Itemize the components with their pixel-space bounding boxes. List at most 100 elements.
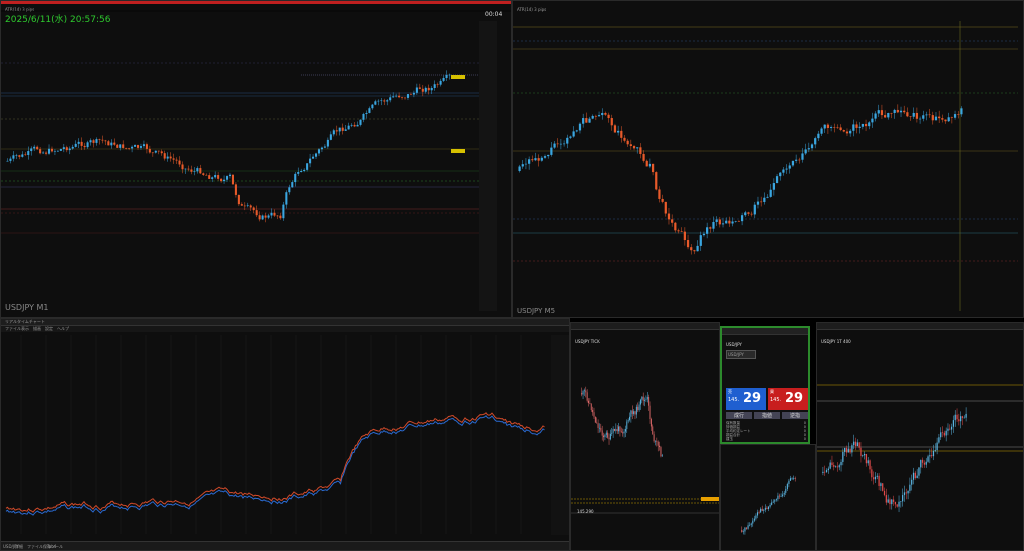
candle: [795, 159, 798, 161]
candle: [925, 461, 927, 465]
candle: [867, 460, 869, 464]
realtime-chart-window[interactable]: リアルタイムチャート ファイル 表示 描画 設定 ヘルプ USD/JPY 詳細 …: [0, 318, 570, 551]
candle: [312, 156, 315, 159]
order-panel[interactable]: USD/JPY USD/JPY 売 145. 29 買 145. 29 成行 指…: [720, 326, 810, 444]
limit-order-button[interactable]: 指値: [754, 412, 780, 419]
candle: [424, 87, 427, 92]
candle: [291, 182, 294, 188]
candle: [9, 158, 12, 161]
candle: [585, 390, 587, 393]
tick-chart-window[interactable]: USDJPY TICK 145.290: [570, 322, 720, 551]
candle: [712, 221, 715, 229]
candle: [856, 442, 858, 447]
candle: [745, 527, 748, 529]
candle: [585, 118, 588, 123]
chart-canvas[interactable]: [571, 323, 720, 551]
tab-detail[interactable]: 詳細: [15, 544, 23, 550]
candle: [763, 197, 766, 202]
candle: [914, 472, 916, 479]
chart-canvas[interactable]: [1, 319, 570, 551]
candle: [403, 97, 407, 99]
chart-canvas[interactable]: [513, 1, 1024, 318]
candle: [804, 149, 807, 154]
chart-canvas[interactable]: [817, 323, 1024, 551]
candle: [439, 80, 442, 85]
candle: [598, 427, 600, 429]
price-axis: [479, 21, 497, 311]
candle: [763, 509, 765, 511]
candle: [950, 117, 953, 118]
candle: [151, 152, 154, 154]
candle: [758, 512, 760, 513]
candle: [775, 499, 777, 501]
chart-usdjpy-m5[interactable]: ATR(14) 3 pips USDJPY M5: [512, 0, 1024, 318]
chart-usdjpy-m1[interactable]: ATR(14) 3 pips 2025/6/11(水) 20:57:56 00:…: [0, 0, 512, 318]
candle: [865, 453, 868, 464]
candle: [323, 146, 326, 148]
candle: [622, 432, 624, 434]
chart-1t-window[interactable]: USDJPY 1T 400: [816, 322, 1024, 551]
candle: [880, 110, 884, 116]
candle: [655, 440, 656, 442]
candle: [734, 221, 737, 222]
candle: [231, 174, 234, 185]
candle: [338, 127, 341, 132]
candle: [107, 141, 110, 146]
mini-chart[interactable]: [720, 444, 816, 551]
candle: [604, 112, 607, 115]
candle: [543, 156, 547, 158]
candle: [718, 219, 721, 225]
candle: [637, 406, 639, 411]
candle: [896, 109, 899, 113]
candle: [223, 179, 226, 182]
order-titlebar[interactable]: [722, 328, 808, 335]
candle: [297, 172, 300, 174]
sell-prefix: 145.: [728, 397, 740, 403]
candle: [772, 501, 774, 503]
tab-file-save[interactable]: ファイル保存ツール: [27, 544, 63, 550]
candle: [960, 416, 962, 422]
row-value: 0: [803, 437, 806, 441]
candle: [869, 460, 871, 470]
candle: [74, 143, 77, 147]
chart-canvas[interactable]: [721, 445, 816, 551]
symbol-select[interactable]: USD/JPY: [726, 350, 756, 359]
candle: [128, 148, 131, 149]
candle: [228, 174, 232, 177]
candle: [169, 156, 172, 159]
buy-price: 29: [785, 391, 804, 406]
candle: [596, 422, 598, 424]
candle: [632, 146, 636, 149]
candle: [645, 399, 647, 400]
candle: [157, 150, 160, 152]
candle: [220, 178, 223, 182]
candle: [258, 215, 261, 220]
candle: [18, 155, 21, 157]
candle: [45, 152, 48, 154]
candle: [350, 124, 353, 126]
candle: [53, 150, 56, 152]
candle: [303, 169, 306, 171]
candle: [329, 134, 332, 140]
candle: [847, 448, 849, 453]
candle: [931, 455, 933, 457]
candle: [940, 432, 942, 438]
candle: [356, 124, 359, 127]
candle: [780, 496, 782, 497]
candle: [641, 396, 643, 400]
stop-order-button[interactable]: 逆指: [782, 412, 808, 419]
sell-button[interactable]: 売 145. 29: [726, 388, 766, 410]
candle: [782, 169, 785, 173]
candle: [65, 147, 68, 151]
candle: [300, 170, 303, 173]
buy-button[interactable]: 買 145. 29: [768, 388, 808, 410]
candle: [344, 129, 347, 131]
market-order-button[interactable]: 成行: [726, 412, 752, 419]
candle: [582, 118, 585, 124]
candle: [911, 479, 913, 485]
candle: [136, 145, 140, 148]
chart-canvas[interactable]: [1, 1, 512, 318]
candle: [288, 187, 291, 193]
tab-4[interactable]: Tab4: [47, 544, 56, 549]
candle: [383, 100, 386, 102]
